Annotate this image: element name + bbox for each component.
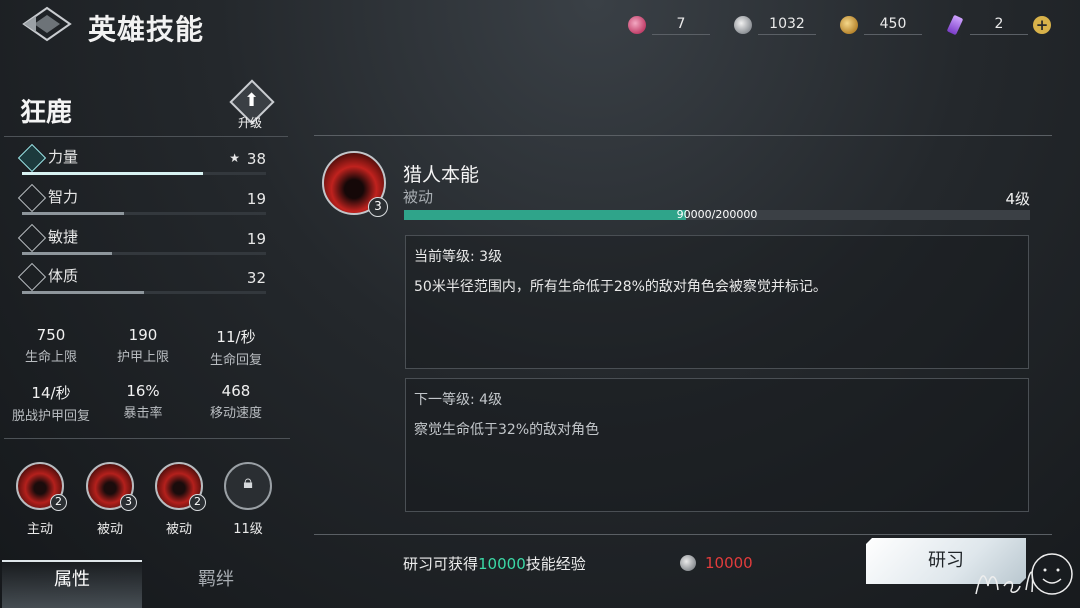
derived-value: 11/秒	[216, 328, 256, 346]
skill-unlock-level: 11级	[233, 522, 263, 537]
derived-value: 750	[36, 326, 66, 344]
stat-bar	[22, 172, 266, 175]
xp-progress-text: 90000/200000	[676, 208, 758, 221]
currency-purple-crystal[interactable]: 2	[946, 14, 1028, 36]
stat-bar	[22, 291, 266, 294]
skill-portrait-icon: 3	[322, 151, 388, 217]
stat-bar-fill	[22, 172, 203, 175]
skill-slot-active[interactable]: 2 主动	[10, 462, 70, 542]
derived-stat-hp-regen: 11/秒 生命回复	[196, 326, 276, 368]
research-cost: 10000	[705, 554, 753, 572]
currency-pink-gem[interactable]: 7	[628, 14, 710, 36]
current-level-description: 50米半径范围内，所有生命低于28%的敌对角色会被察觉并标记。	[414, 279, 827, 295]
derived-value: 16%	[126, 382, 160, 400]
current-level-box: 当前等级: 3级 50米半径范围内，所有生命低于28%的敌对角色会被察觉并标记。	[405, 235, 1029, 369]
stat-row-strength[interactable]: 力量 ★ 38	[17, 143, 266, 180]
next-level-description: 察觉生命低于32%的敌对角色	[414, 422, 600, 438]
derived-stat-max-hp: 750 生命上限	[11, 326, 91, 365]
research-reward-text: 研习可获得10000技能经验	[403, 553, 586, 574]
research-suffix: 技能经验	[525, 555, 586, 573]
currency-silver-coin[interactable]: 1032	[734, 14, 816, 36]
hero-name: 狂鹿	[20, 98, 73, 128]
divider	[314, 534, 1052, 535]
derived-stat-max-armor: 190 护甲上限	[103, 326, 183, 365]
skill-label: 主动	[26, 522, 53, 537]
derived-label: 暴击率	[123, 406, 163, 421]
current-level-heading: 当前等级: 3级	[414, 249, 503, 265]
silver-coin-count: 1032	[758, 16, 816, 35]
skill-title: 猎人本能	[403, 164, 480, 186]
skill-slot-passive[interactable]: 2 被动	[149, 462, 209, 542]
derived-stat-move-speed: 468 移动速度	[196, 382, 276, 421]
skill-level-badge: 3	[120, 494, 137, 511]
up-arrow-icon: ⬆	[244, 90, 260, 111]
derived-stat-armor-regen: 14/秒 脱战护甲回复	[0, 382, 102, 424]
game-logo-icon	[22, 6, 72, 42]
page-title: 英雄技能	[88, 13, 205, 46]
currency-gold-coin[interactable]: 450	[840, 14, 922, 36]
divider	[314, 135, 1052, 136]
skill-label: 被动	[165, 522, 192, 537]
stat-bar-fill	[22, 252, 113, 255]
derived-label: 脱战护甲回复	[11, 409, 90, 424]
divider	[4, 136, 288, 137]
stat-value: 32	[246, 269, 266, 287]
stat-name: 体质	[48, 267, 79, 285]
intelligence-icon	[17, 183, 47, 213]
next-level-label: 4级	[1005, 190, 1030, 208]
pink-gem-icon	[628, 16, 646, 34]
agility-icon	[17, 223, 47, 253]
stat-bar-fill	[22, 212, 125, 215]
skill-label: 被动	[96, 522, 123, 537]
next-level-heading: 下一等级: 4级	[414, 392, 503, 408]
skill-level-badge: 3	[368, 197, 388, 217]
tab-attributes[interactable]: 属性	[2, 560, 142, 608]
constitution-icon	[17, 262, 47, 292]
derived-label: 移动速度	[209, 406, 262, 421]
stat-bar	[22, 212, 266, 215]
upgrade-button[interactable]: ⬆ 升级	[228, 79, 278, 132]
stat-row-constitution[interactable]: 体质 32	[17, 262, 266, 299]
divider	[4, 438, 290, 439]
stat-name: 智力	[48, 188, 79, 206]
stat-name: 敏捷	[48, 228, 79, 246]
gold-coin-count: 450	[864, 16, 922, 35]
derived-value: 190	[128, 326, 158, 344]
lock-icon: 🔒︎	[243, 472, 253, 493]
add-currency-button[interactable]: +	[1033, 16, 1051, 34]
research-prefix: 研习可获得	[403, 555, 479, 573]
tab-bonds[interactable]: 羁绊	[146, 560, 286, 608]
stat-bar-fill	[22, 291, 144, 294]
strength-icon	[17, 143, 47, 173]
smiley-watermark-icon	[975, 553, 1073, 595]
research-xp-amount: 10000	[478, 555, 526, 573]
derived-value: 14/秒	[31, 384, 71, 402]
stat-value: 38	[246, 150, 266, 168]
skill-slot-locked[interactable]: 🔒︎ 11级	[218, 462, 278, 542]
pink-gem-count: 7	[652, 16, 710, 35]
silver-coin-icon	[734, 16, 752, 34]
skill-level-badge: 2	[189, 494, 206, 511]
derived-stat-crit-rate: 16% 暴击率	[103, 382, 183, 421]
star-icon: ★	[229, 151, 240, 165]
silver-coin-icon	[680, 555, 696, 571]
skill-slot-passive-selected[interactable]: 3 被动	[80, 462, 140, 542]
stat-value: 19	[246, 190, 266, 208]
skill-level-badge: 2	[50, 494, 67, 511]
skill-type: 被动	[403, 188, 434, 206]
derived-label: 护甲上限	[116, 350, 169, 365]
stat-row-agility[interactable]: 敏捷 19	[17, 223, 266, 260]
stat-row-intelligence[interactable]: 智力 19	[17, 183, 266, 220]
gold-coin-icon	[840, 16, 858, 34]
derived-value: 468	[221, 382, 251, 400]
stat-bar	[22, 252, 266, 255]
derived-label: 生命回复	[209, 353, 262, 368]
upgrade-label: 升级	[238, 116, 263, 130]
purple-crystal-count: 2	[970, 16, 1028, 35]
purple-crystal-icon	[946, 14, 964, 36]
next-level-box: 下一等级: 4级 察觉生命低于32%的敌对角色	[405, 378, 1029, 512]
derived-label: 生命上限	[24, 350, 77, 365]
stat-value: 19	[246, 230, 266, 248]
stat-name: 力量	[48, 148, 79, 166]
